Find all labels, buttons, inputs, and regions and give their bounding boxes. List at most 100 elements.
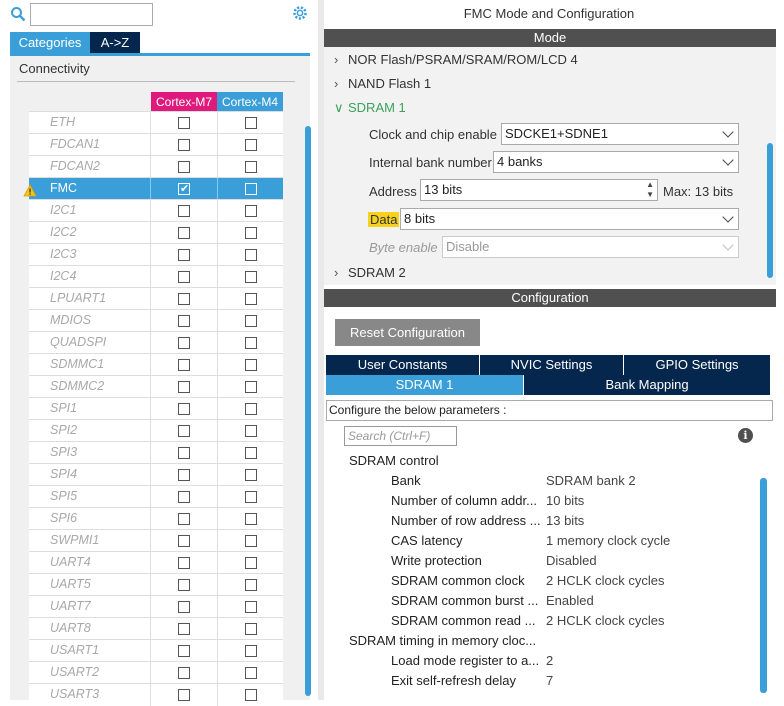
cortex-m4-checkbox[interactable] xyxy=(245,623,257,635)
param-value[interactable]: 2 HCLK clock cycles xyxy=(546,573,664,588)
param-value[interactable]: 10 bits xyxy=(546,493,584,508)
peripheral-row[interactable]: SPI6 xyxy=(29,507,283,530)
cortex-m4-checkbox[interactable] xyxy=(245,491,257,503)
peripheral-row[interactable]: USART1 xyxy=(29,639,283,662)
address-spinner[interactable]: 13 bits ▲ ▼ xyxy=(420,179,658,201)
tree-item-sdram2[interactable]: › SDRAM 2 xyxy=(334,265,406,280)
cortex-m7-checkbox[interactable] xyxy=(178,513,190,525)
tab-nvic-settings[interactable]: NVIC Settings xyxy=(480,355,623,375)
cortex-m7-checkbox[interactable] xyxy=(178,315,190,327)
cortex-m4-checkbox[interactable] xyxy=(245,315,257,327)
group-sdram-timing[interactable]: SDRAM timing in memory cloc... xyxy=(349,633,536,648)
search-icon[interactable] xyxy=(10,6,26,22)
peripheral-row[interactable]: ETH xyxy=(29,111,283,134)
cortex-m4-checkbox[interactable] xyxy=(245,117,257,129)
param-name[interactable]: Load mode register to a... xyxy=(391,653,539,668)
cortex-m4-checkbox[interactable] xyxy=(245,183,257,195)
cortex-m7-checkbox[interactable] xyxy=(178,667,190,679)
peripheral-row[interactable]: FDCAN2 xyxy=(29,155,283,178)
cortex-m4-checkbox[interactable] xyxy=(245,293,257,305)
cortex-m4-checkbox[interactable] xyxy=(245,381,257,393)
cortex-m7-checkbox[interactable] xyxy=(178,425,190,437)
cortex-m7-checkbox[interactable] xyxy=(178,535,190,547)
peripheral-row[interactable]: I2C4 xyxy=(29,265,283,288)
param-name[interactable]: Exit self-refresh delay xyxy=(391,673,516,688)
cortex-m7-checkbox[interactable] xyxy=(178,623,190,635)
param-name[interactable]: Number of row address ... xyxy=(391,513,541,528)
cortex-m4-checkbox[interactable] xyxy=(245,139,257,151)
cortex-m4-checkbox[interactable] xyxy=(245,271,257,283)
param-value[interactable]: 7 xyxy=(546,673,553,688)
param-value[interactable]: 2 xyxy=(546,653,553,668)
peripheral-row[interactable]: USART2 xyxy=(29,661,283,684)
cortex-m4-checkbox[interactable] xyxy=(245,447,257,459)
cortex-m4-checkbox[interactable] xyxy=(245,205,257,217)
tree-item-nor[interactable]: › NOR Flash/PSRAM/SRAM/ROM/LCD 4 xyxy=(334,52,578,67)
peripheral-row[interactable]: SDMMC2 xyxy=(29,375,283,398)
peripheral-row[interactable]: I2C3 xyxy=(29,243,283,266)
cortex-m7-checkbox[interactable] xyxy=(178,469,190,481)
peripheral-row[interactable]: SPI2 xyxy=(29,419,283,442)
info-icon[interactable]: i xyxy=(738,428,753,443)
peripheral-row[interactable]: UART7 xyxy=(29,595,283,618)
cortex-m4-checkbox[interactable] xyxy=(245,337,257,349)
cortex-m7-checkbox[interactable] xyxy=(178,557,190,569)
param-value[interactable]: Disabled xyxy=(546,553,597,568)
peripheral-row[interactable]: UART8 xyxy=(29,617,283,640)
tab-gpio-settings[interactable]: GPIO Settings xyxy=(624,355,770,375)
tab-user-constants[interactable]: User Constants xyxy=(326,355,479,375)
param-name[interactable]: SDRAM common clock xyxy=(391,573,525,588)
param-value[interactable]: 1 memory clock cycle xyxy=(546,533,670,548)
cortex-m4-checkbox[interactable] xyxy=(245,425,257,437)
cortex-m7-checkbox[interactable] xyxy=(178,293,190,305)
cortex-m4-checkbox[interactable] xyxy=(245,513,257,525)
peripheral-row[interactable]: QUADSPI xyxy=(29,331,283,354)
peripheral-row[interactable]: I2C1 xyxy=(29,199,283,222)
group-sdram-control[interactable]: SDRAM control xyxy=(349,453,439,468)
cortex-m7-checkbox[interactable] xyxy=(178,359,190,371)
spinner-arrows-icon[interactable]: ▲ ▼ xyxy=(646,180,654,200)
tab-sdram1[interactable]: SDRAM 1 xyxy=(326,375,523,395)
cortex-m7-checkbox[interactable] xyxy=(178,403,190,415)
internal-bank-select[interactable]: 4 banks xyxy=(493,151,739,173)
cortex-m7-checkbox[interactable] xyxy=(178,447,190,459)
tree-item-nand[interactable]: › NAND Flash 1 xyxy=(334,76,431,91)
clock-chip-enable-select[interactable]: SDCKE1+SDNE1 xyxy=(501,123,739,145)
param-name[interactable]: Number of column addr... xyxy=(391,493,537,508)
cortex-m7-checkbox[interactable] xyxy=(178,139,190,151)
tab-categories[interactable]: Categories xyxy=(10,32,90,53)
peripheral-row[interactable]: SPI4 xyxy=(29,463,283,486)
param-name[interactable]: CAS latency xyxy=(391,533,463,548)
param-value[interactable]: 13 bits xyxy=(546,513,584,528)
cortex-m7-checkbox[interactable] xyxy=(178,337,190,349)
cortex-m4-checkbox[interactable] xyxy=(245,161,257,173)
cortex-m4-checkbox[interactable] xyxy=(245,579,257,591)
cortex-m4-checkbox[interactable] xyxy=(245,249,257,261)
param-name[interactable]: SDRAM common burst ... xyxy=(391,593,538,608)
cortex-m7-checkbox[interactable] xyxy=(178,227,190,239)
mode-scrollbar[interactable] xyxy=(767,143,773,278)
peripheral-row[interactable]: UART4 xyxy=(29,551,283,574)
cortex-m7-checkbox[interactable] xyxy=(178,381,190,393)
peripheral-row[interactable]: SDMMC1 xyxy=(29,353,283,376)
peripheral-row[interactable]: USART3 xyxy=(29,683,283,706)
param-name[interactable]: Bank xyxy=(391,473,421,488)
cortex-m4-checkbox[interactable] xyxy=(245,601,257,613)
cortex-m4-checkbox[interactable] xyxy=(245,557,257,569)
cortex-m7-checkbox[interactable] xyxy=(178,645,190,657)
cortex-m4-checkbox[interactable] xyxy=(245,645,257,657)
params-scrollbar[interactable] xyxy=(760,478,767,693)
cortex-m7-checkbox[interactable] xyxy=(178,205,190,217)
cortex-m7-checkbox[interactable] xyxy=(178,579,190,591)
peripheral-row[interactable]: LPUART1 xyxy=(29,287,283,310)
tab-a-to-z[interactable]: A->Z xyxy=(90,32,140,53)
param-value[interactable]: SDRAM bank 2 xyxy=(546,473,636,488)
cortex-m4-checkbox[interactable] xyxy=(245,359,257,371)
cortex-m4-checkbox[interactable] xyxy=(245,403,257,415)
tree-item-sdram1[interactable]: ∨ SDRAM 1 xyxy=(334,100,406,116)
peripheral-row[interactable]: FDCAN1 xyxy=(29,133,283,156)
peripheral-row[interactable]: SWPMI1 xyxy=(29,529,283,552)
ip-search-input[interactable] xyxy=(30,3,153,26)
reset-configuration-button[interactable]: Reset Configuration xyxy=(335,319,480,346)
gear-icon[interactable] xyxy=(291,4,309,22)
